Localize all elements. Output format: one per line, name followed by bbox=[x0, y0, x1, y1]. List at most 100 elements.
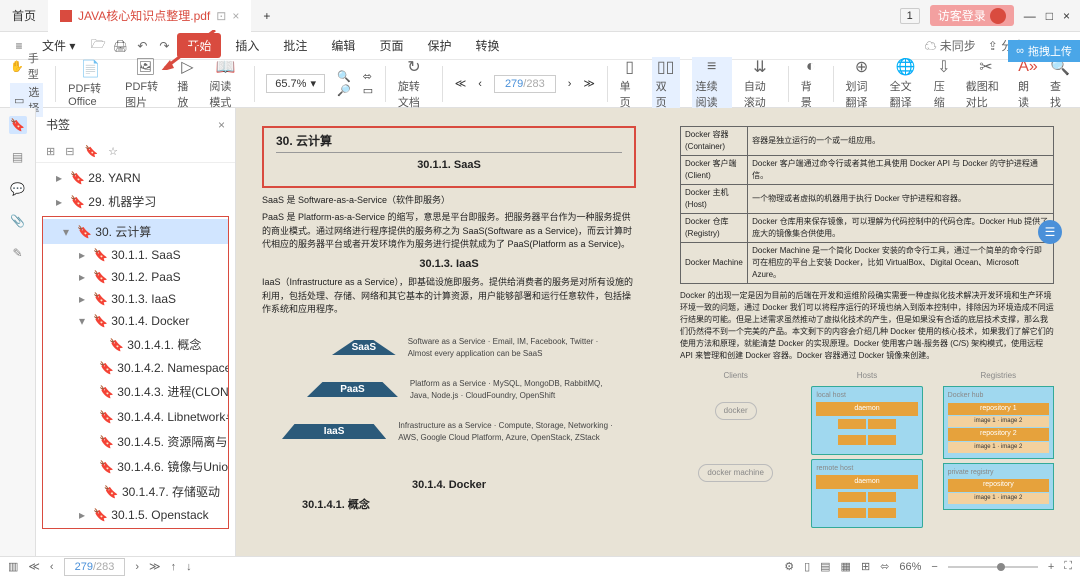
fullscreen-icon[interactable]: ⛶ bbox=[1064, 560, 1072, 573]
page-right: Docker 容器 (Container)容器是独立运行的一个或一组应用。Doc… bbox=[662, 116, 1072, 548]
bookmark-item[interactable]: 🔖 30.1.4.2. Namespaces bbox=[43, 357, 228, 379]
bookmark-item[interactable]: 🔖 30.1.4.5. 资源隔离与CGroups bbox=[43, 429, 228, 454]
left-sidebar: 🔖 ▤ 💬 📎 ✎ bbox=[0, 108, 36, 556]
pdf-to-image[interactable]: 🖼PDF转图片 bbox=[125, 58, 165, 110]
footer-page-input[interactable]: 279/283 bbox=[64, 558, 126, 576]
star-icon[interactable]: ☆ bbox=[108, 145, 118, 158]
footer-down-icon[interactable]: ↓ bbox=[186, 561, 192, 573]
bookmark-item[interactable]: ▾ 🔖 30. 云计算 bbox=[43, 219, 228, 244]
zoom-in-icon[interactable]: 🔍 bbox=[337, 70, 351, 83]
footer-settings-icon[interactable]: ⚙ bbox=[784, 560, 794, 573]
attachments-icon[interactable]: 📎 bbox=[9, 212, 27, 230]
read-mode[interactable]: 📖阅读模式 bbox=[209, 58, 241, 110]
menu-convert[interactable]: 转换 bbox=[465, 33, 509, 58]
zoom-out-footer[interactable]: − bbox=[931, 561, 937, 573]
bookmark-item[interactable]: ▸ 🔖 30.1.3. IaaS bbox=[43, 288, 228, 310]
autoscroll[interactable]: ⇊自动滚动 bbox=[744, 58, 776, 110]
zoom-in-footer[interactable]: + bbox=[1048, 561, 1054, 573]
nav-next-icon[interactable]: › bbox=[568, 78, 572, 90]
background[interactable]: ◐背景 bbox=[801, 58, 821, 110]
footer-view1-icon[interactable]: ▯ bbox=[804, 560, 810, 573]
page-input[interactable]: 279/283 bbox=[494, 75, 556, 93]
bookmark-item[interactable]: ▸ 🔖 30.1.2. PaaS bbox=[43, 266, 228, 288]
footer-prev-icon[interactable]: ‹ bbox=[50, 561, 54, 573]
minimize-icon[interactable]: — bbox=[1024, 9, 1036, 23]
bookmark-item[interactable]: ▾ 🔖 30.1.4. Docker bbox=[43, 310, 228, 332]
continuous-read[interactable]: ≡连续阅读 bbox=[692, 57, 732, 111]
redo-icon[interactable]: ↷ bbox=[155, 37, 173, 55]
bookmark-item[interactable]: ▸ 🔖 29. 机器学习 bbox=[36, 189, 235, 214]
close-window-icon[interactable]: × bbox=[1063, 9, 1070, 23]
tab-home[interactable]: 首页 bbox=[0, 0, 48, 32]
bookmark-item[interactable]: 🔖 30.1.4.4. Libnetwork与网络隔离 bbox=[43, 404, 228, 429]
login-button[interactable]: 访客登录 bbox=[930, 5, 1014, 26]
print-icon[interactable]: 🖨 bbox=[111, 37, 129, 55]
maximize-icon[interactable]: □ bbox=[1046, 9, 1053, 23]
bookmark-item[interactable]: 🔖 30.1.4.3. 进程(CLONE_NEWPID 实现的进程隔离) bbox=[43, 379, 228, 404]
bookmark-item[interactable]: 🔖 30.1.4.6. 镜像与UnionFS bbox=[43, 454, 228, 479]
zoom-slider[interactable] bbox=[948, 566, 1038, 568]
find[interactable]: 🔍查找 bbox=[1050, 58, 1070, 110]
avatar bbox=[990, 8, 1006, 24]
footer-panel-icon[interactable]: ▥ bbox=[8, 560, 18, 573]
upload-tag[interactable]: ∞拖拽上传 bbox=[1008, 40, 1080, 62]
sync-status[interactable]: ☁ 未同步 bbox=[924, 37, 975, 54]
window-count[interactable]: 1 bbox=[900, 8, 920, 24]
tab-close-icon[interactable]: × bbox=[232, 9, 239, 23]
rotate-button[interactable]: ↻旋转文档 bbox=[398, 58, 430, 110]
nav-prev-icon[interactable]: ‹ bbox=[478, 78, 482, 90]
zoom-out-icon[interactable]: 🔎 bbox=[337, 84, 351, 97]
footer-view3-icon[interactable]: ▦ bbox=[841, 560, 851, 573]
tab-new[interactable]: + bbox=[251, 0, 282, 32]
fit-width-icon[interactable]: ⬄ bbox=[363, 70, 373, 83]
signature-icon[interactable]: ✎ bbox=[9, 244, 27, 262]
undo-icon[interactable]: ↶ bbox=[133, 37, 151, 55]
menu-insert[interactable]: 插入 bbox=[225, 33, 269, 58]
pdf-to-office[interactable]: 📄PDF转Office bbox=[68, 60, 113, 108]
footer-view2-icon[interactable]: ▤ bbox=[820, 560, 830, 573]
bookmark-item[interactable]: ▸ 🔖 28. YARN bbox=[36, 167, 235, 189]
tab-pin-icon[interactable]: ⊡ bbox=[216, 9, 226, 23]
menu-protect[interactable]: 保护 bbox=[417, 33, 461, 58]
zoom-input[interactable]: 65.7%▾ bbox=[266, 74, 325, 93]
collapse-all-icon[interactable]: ⊟ bbox=[65, 145, 74, 158]
play-button[interactable]: ▷播放 bbox=[177, 58, 197, 110]
new-bookmark-icon[interactable]: 🔖 bbox=[84, 145, 98, 158]
menu-page[interactable]: 页面 bbox=[369, 33, 413, 58]
expand-all-icon[interactable]: ⊞ bbox=[46, 145, 55, 158]
tab-file[interactable]: JAVA核心知识点整理.pdf ⊡ × bbox=[48, 0, 251, 32]
single-page[interactable]: ▯单页 bbox=[620, 58, 640, 110]
main-area: 🔖 ▤ 💬 📎 ✎ 书签 × ⊞ ⊟ 🔖 ☆ ▸ 🔖 28. YARN▸ 🔖 2… bbox=[0, 108, 1080, 556]
open-icon[interactable]: 🗁 bbox=[89, 37, 107, 55]
bookmark-item[interactable]: 🔖 30.1.4.7. 存储驱动 bbox=[43, 479, 228, 504]
bookmark-item[interactable]: ▸ 🔖 30.1.1. SaaS bbox=[43, 244, 228, 266]
hand-tool[interactable]: ✋手型 bbox=[10, 50, 43, 82]
compress[interactable]: ⇩压缩 bbox=[934, 58, 954, 110]
full-translate[interactable]: 🌐全文翻译 bbox=[890, 58, 922, 110]
document-area[interactable]: ☰ 30. 云计算 30.1.1. SaaS SaaS 是 Software-a… bbox=[236, 108, 1080, 556]
double-page[interactable]: ▯▯双页 bbox=[652, 57, 680, 111]
tts[interactable]: A»朗读 bbox=[1018, 58, 1038, 110]
fit-page-icon[interactable]: ▭ bbox=[363, 84, 373, 97]
bookmark-item[interactable]: ▸ 🔖 30.1.5. Openstack bbox=[43, 504, 228, 526]
float-tools-icon[interactable]: ☰ bbox=[1038, 220, 1062, 244]
footer-last-icon[interactable]: ≫ bbox=[149, 560, 161, 573]
thumbnails-icon[interactable]: ▤ bbox=[9, 148, 27, 166]
footer-first-icon[interactable]: ≪ bbox=[28, 560, 40, 573]
bookmarks-list: ▸ 🔖 28. YARN▸ 🔖 29. 机器学习▾ 🔖 30. 云计算▸ 🔖 3… bbox=[36, 163, 235, 535]
footer-next-icon[interactable]: › bbox=[135, 561, 139, 573]
footer-view4-icon[interactable]: ⊞ bbox=[861, 560, 870, 573]
menu-annotate[interactable]: 批注 bbox=[273, 33, 317, 58]
close-panel-icon[interactable]: × bbox=[218, 118, 225, 132]
screenshot-compare[interactable]: ✂截图和对比 bbox=[966, 58, 1006, 110]
menu-start[interactable]: 开始 bbox=[177, 33, 221, 58]
nav-first-icon[interactable]: ≪ bbox=[455, 77, 467, 90]
bookmark-tab-icon[interactable]: 🔖 bbox=[9, 116, 27, 134]
comments-icon[interactable]: 💬 bbox=[9, 180, 27, 198]
footer-fit-icon[interactable]: ⬄ bbox=[880, 560, 889, 573]
nav-last-icon[interactable]: ≫ bbox=[583, 77, 595, 90]
footer-up-icon[interactable]: ↑ bbox=[171, 561, 177, 573]
word-translate[interactable]: ⊕划词翻译 bbox=[845, 58, 877, 110]
menu-edit[interactable]: 编辑 bbox=[321, 33, 365, 58]
bookmark-item[interactable]: 🔖 30.1.4.1. 概念 bbox=[43, 332, 228, 357]
